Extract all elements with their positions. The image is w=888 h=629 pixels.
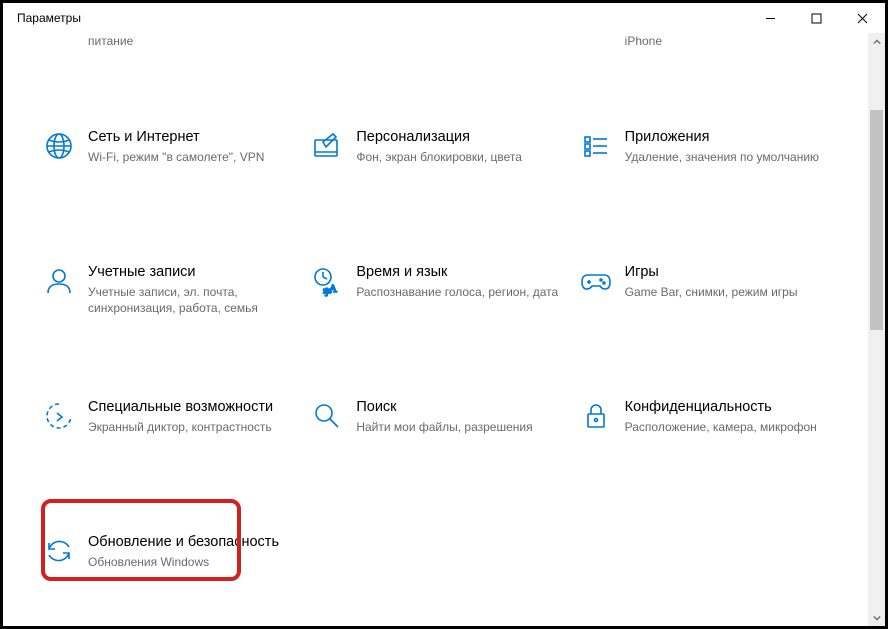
sync-icon [43,533,88,626]
tile-desc: Найти мои файлы, разрешения [356,419,563,435]
tile-desc: Удаление, значения по умолчанию [625,149,832,165]
tile-title: Конфиденциальность [625,398,832,416]
paintbrush-icon [311,128,356,223]
window-title: Параметры [3,11,81,25]
tile-desc: Учетные записи, эл. почта, синхронизация… [88,284,295,316]
scroll-thumb[interactable] [870,110,883,330]
person-icon [43,263,88,358]
scroll-track[interactable] [868,50,885,609]
tile-ease-of-access[interactable]: Специальные возможности Экранный диктор,… [43,388,311,503]
settings-grid: питание iPhone Сеть и Интернет [43,33,848,626]
tile-update-security[interactable]: Обновление и безопасность Обновления Win… [43,523,313,626]
tile-title: Время и язык [356,263,563,281]
tile-gaming[interactable]: Игры Game Bar, снимки, режим игры [580,253,848,368]
tile-devices-partial[interactable] [311,33,579,78]
settings-content: питание iPhone Сеть и Интернет [3,33,868,626]
tile-personalization[interactable]: Персонализация Фон, экран блокировки, цв… [311,118,579,233]
tile-search[interactable]: Поиск Найти мои файлы, разрешения [311,388,579,503]
vertical-scrollbar[interactable] [868,33,885,626]
tile-apps[interactable]: Приложения Удаление, значения по умолчан… [580,118,848,233]
tile-title: Сеть и Интернет [88,128,295,146]
tile-title: Обновление и безопасность [88,533,297,551]
tile-desc: Game Bar, снимки, режим игры [625,284,832,300]
scroll-up-button[interactable] [868,33,885,50]
tile-title: Игры [625,263,832,281]
ease-of-access-icon [43,398,88,493]
globe-icon [43,128,88,223]
tile-title: Специальные возможности [88,398,295,416]
tile-desc: питание [88,33,295,49]
tile-accounts[interactable]: Учетные записи Учетные записи, эл. почта… [43,253,311,368]
tile-desc: iPhone [625,33,832,49]
tile-desc: Обновления Windows [88,554,297,570]
tile-system-partial[interactable]: питание [43,33,311,78]
tile-privacy[interactable]: Конфиденциальность Расположение, камера,… [580,388,848,503]
tile-title: Поиск [356,398,563,416]
apps-list-icon [580,128,625,223]
tile-title: Учетные записи [88,263,295,281]
titlebar: Параметры [3,3,885,33]
lock-icon [580,398,625,493]
gamepad-icon [580,263,625,358]
search-icon [311,398,356,493]
minimize-button[interactable] [747,3,793,33]
tile-desc: Расположение, камера, микрофон [625,419,832,435]
maximize-button[interactable] [793,3,839,33]
close-button[interactable] [839,3,885,33]
tile-desc: Распознавание голоса, регион, дата [356,284,563,300]
tile-title: Приложения [625,128,832,146]
tile-time-language[interactable]: A字 Время и язык Распознавание голоса, ре… [311,253,579,368]
tile-desc: Фон, экран блокировки, цвета [356,149,563,165]
tile-desc: Экранный диктор, контрастность [88,419,295,435]
time-language-icon: A字 [311,263,356,358]
tile-network[interactable]: Сеть и Интернет Wi-Fi, режим "в самолете… [43,118,311,233]
tile-title: Персонализация [356,128,563,146]
svg-text:字: 字 [323,287,331,297]
tile-desc: Wi-Fi, режим "в самолете", VPN [88,149,295,165]
tile-phone-partial[interactable]: iPhone [580,33,848,78]
window-controls [747,3,885,33]
scroll-down-button[interactable] [868,609,885,626]
